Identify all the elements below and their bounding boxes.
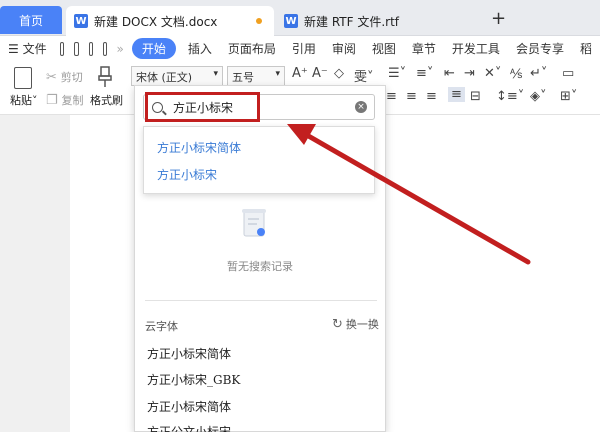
annotation-arrow — [287, 124, 531, 265]
